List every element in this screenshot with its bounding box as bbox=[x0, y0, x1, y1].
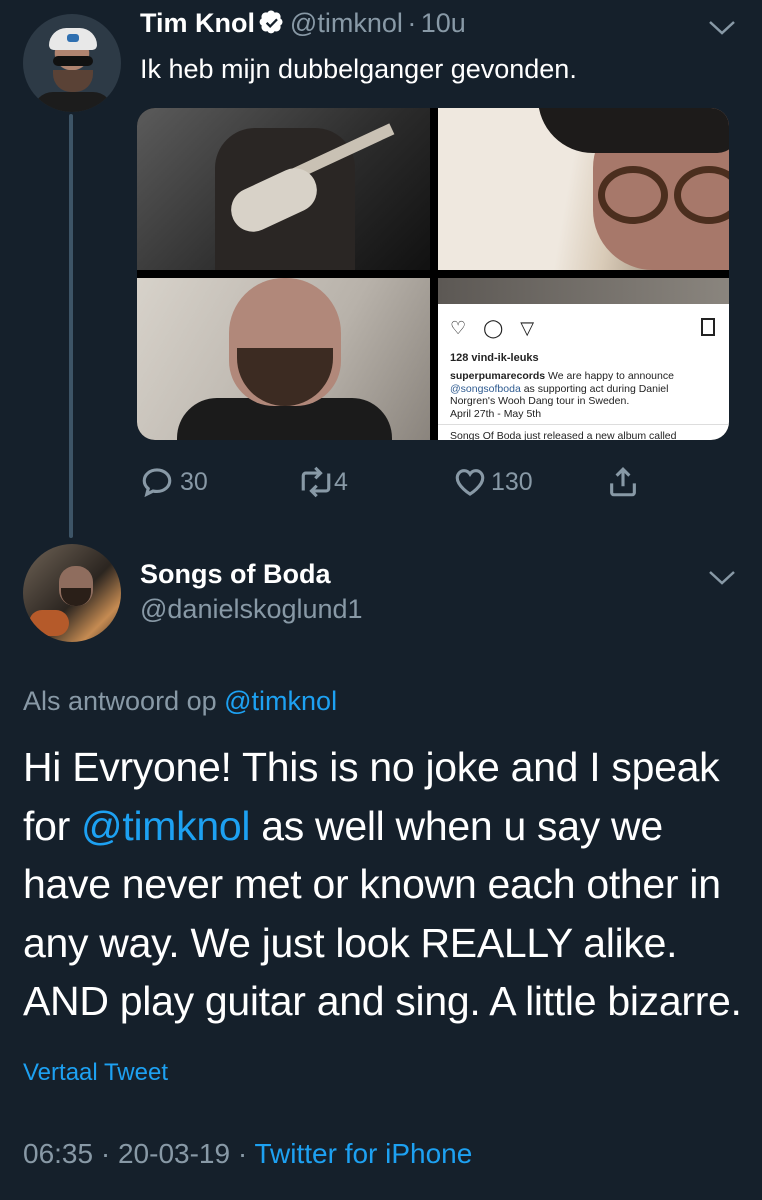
instagram-mention: @songsofboda bbox=[450, 382, 521, 395]
avatar-sunglasses bbox=[53, 56, 93, 66]
songs-of-boda-avatar[interactable] bbox=[23, 544, 121, 642]
tweet1-author-handle[interactable]: @timknol bbox=[290, 8, 403, 38]
translate-tweet-link[interactable]: Vertaal Tweet bbox=[23, 1059, 168, 1087]
instagram-caption-part1: We are happy to announce bbox=[545, 370, 674, 382]
chevron-down-icon[interactable] bbox=[708, 570, 736, 586]
bookmark-icon bbox=[701, 318, 715, 336]
like-action[interactable]: 130 bbox=[453, 465, 533, 499]
verified-badge-icon bbox=[260, 10, 283, 34]
cap-badge bbox=[67, 34, 79, 42]
retweet-count: 4 bbox=[334, 467, 348, 496]
tweet2-date: 20-03-19 bbox=[117, 1138, 231, 1169]
instagram-account: superpumarecords bbox=[450, 370, 546, 382]
tweet-source-link[interactable]: Twitter for iPhone bbox=[254, 1138, 472, 1169]
reply-prefix: Als antwoord op bbox=[23, 686, 217, 716]
avatar-cap bbox=[49, 28, 97, 50]
media-photo-guitarist[interactable] bbox=[137, 108, 430, 270]
share-action[interactable] bbox=[606, 465, 640, 499]
instagram-photo-strip bbox=[438, 278, 729, 304]
avatar-beard bbox=[53, 70, 93, 92]
selfie-hat bbox=[538, 108, 729, 153]
selfie-glasses-left bbox=[598, 166, 668, 224]
tweet2-author-handle[interactable]: @danielskoglund1 bbox=[140, 594, 363, 625]
tweet1-author-name[interactable]: Tim Knol bbox=[140, 8, 255, 38]
tweet1-separator: · bbox=[407, 8, 417, 38]
avatar-shirt bbox=[33, 92, 113, 112]
tweet2-mention-link[interactable]: @timknol bbox=[81, 803, 250, 849]
instagram-likes: 128 vind-ik-leuks bbox=[450, 352, 539, 364]
tweet1-media-grid[interactable]: ♡ ◯ ▽ 128 vind-ik-leuks superpumarecords… bbox=[137, 108, 729, 440]
tim-knol-avatar[interactable] bbox=[23, 14, 121, 112]
tweet1-time[interactable]: 10u bbox=[421, 8, 466, 38]
reply-count: 30 bbox=[180, 467, 208, 496]
retweet-action[interactable]: 4 bbox=[296, 465, 348, 499]
instagram-action-icons: ♡ ◯ ▽ bbox=[450, 318, 541, 338]
tweet1-header: Tim Knol @timknol · 10u bbox=[140, 8, 466, 39]
tweet1-text: Ik heb mijn dubbelganger gevonden. bbox=[140, 54, 577, 84]
heart-icon bbox=[455, 469, 485, 496]
reply-context: Als antwoord op @timknol bbox=[23, 686, 337, 717]
reply-icon bbox=[142, 468, 172, 498]
meta-separator: · bbox=[100, 1138, 111, 1169]
media-photo-portrait[interactable] bbox=[137, 278, 430, 440]
media-instagram-screenshot[interactable]: ♡ ◯ ▽ 128 vind-ik-leuks superpumarecords… bbox=[438, 278, 729, 440]
like-count: 130 bbox=[491, 467, 533, 496]
reply-to-link[interactable]: @timknol bbox=[224, 686, 337, 716]
retweet-icon bbox=[301, 466, 331, 498]
tweet2-text: Hi Evryone! This is no joke and I speak … bbox=[23, 738, 743, 1031]
chevron-down-icon[interactable] bbox=[708, 20, 736, 36]
thread-line bbox=[69, 114, 73, 538]
tweet2-meta: 06:35 · 20-03-19 · Twitter for iPhone bbox=[23, 1138, 472, 1170]
media-photo-selfie[interactable] bbox=[438, 108, 729, 270]
instagram-caption: superpumarecords We are happy to announc… bbox=[450, 370, 715, 420]
instagram-dates: April 27th - May 5th bbox=[450, 407, 542, 420]
share-icon bbox=[610, 467, 636, 497]
instagram-more-text: Songs Of Boda just released a new album … bbox=[450, 430, 677, 440]
tweet2-time: 06:35 bbox=[23, 1138, 94, 1169]
avatar-guitar bbox=[29, 610, 69, 636]
reply-action[interactable]: 30 bbox=[140, 465, 208, 499]
meta-separator: · bbox=[237, 1138, 248, 1169]
instagram-divider bbox=[438, 424, 729, 425]
tweet2-author-name[interactable]: Songs of Boda bbox=[140, 559, 331, 590]
